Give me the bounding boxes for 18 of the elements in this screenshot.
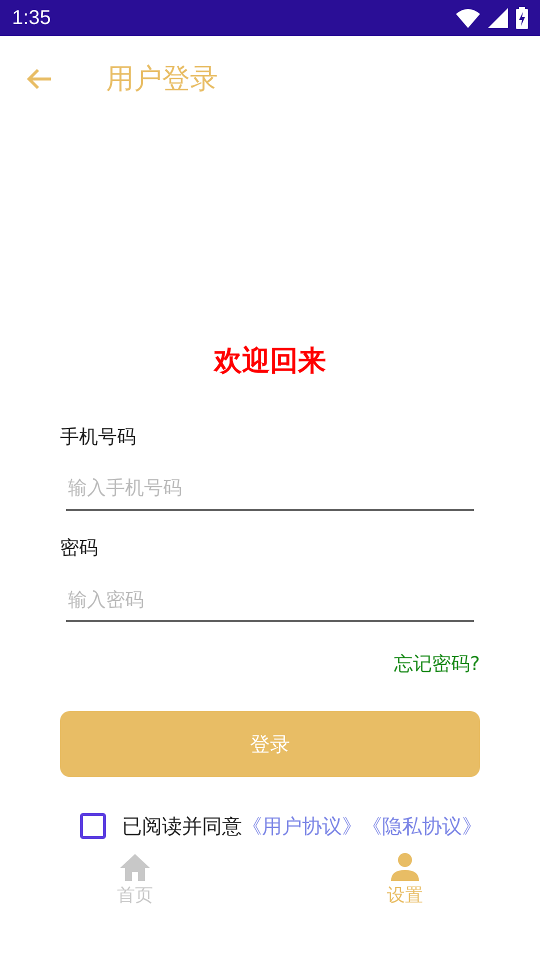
status-time: 1:35 — [12, 6, 51, 31]
page-title: 用户登录 — [106, 61, 218, 97]
field-label: 密码 — [60, 536, 99, 560]
forgot-password-link[interactable]: 忘记密码? — [394, 650, 480, 679]
agreement-text: 已阅读并同意 — [122, 812, 242, 840]
checkbox[interactable] — [80, 812, 106, 839]
welcome-heading: 欢迎回来 — [212, 344, 327, 378]
agreement-link[interactable]: 《用户协议》 — [242, 810, 362, 841]
nav-item[interactable]: 设置 — [270, 852, 540, 906]
battery-icon — [516, 7, 528, 29]
person-icon — [391, 852, 419, 881]
back-arrow-icon — [26, 68, 52, 90]
wifi-icon — [456, 8, 480, 28]
field-label: 手机号码 — [60, 426, 137, 448]
signal-icon — [488, 8, 508, 28]
agreement-link[interactable]: 《隐私协议》 — [362, 810, 482, 841]
home-icon — [119, 852, 151, 881]
login-button[interactable]: 登录 — [60, 710, 480, 777]
